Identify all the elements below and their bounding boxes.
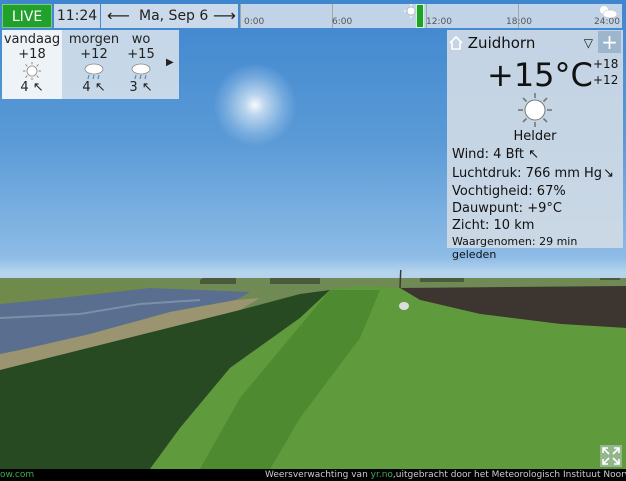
day-wind: 3 [129, 80, 138, 95]
chevron-down-icon: ▽ [583, 36, 593, 50]
landscape [0, 278, 626, 469]
timeline-handle[interactable] [416, 4, 424, 28]
timeline-tick: 0:00 [244, 17, 265, 27]
day-temp: +15 [127, 47, 155, 62]
current-date: Ma, Sep 6 [139, 8, 209, 24]
forecast-day[interactable]: vandaag +18 4 ↖ [2, 30, 62, 99]
site-link[interactable]: ow.com [0, 469, 34, 481]
temp-high: +18 [593, 57, 619, 71]
add-location-button[interactable]: + [598, 31, 621, 53]
temp-range: +18 +12 [593, 56, 618, 88]
wind-arrow-icon: ↖ [141, 80, 153, 95]
pressure-row: Luchtdruk: 766 mm Hg ↘ [452, 166, 618, 181]
prev-day-arrow-icon[interactable]: ⟵ [107, 4, 130, 28]
day-wind: 4 [82, 80, 91, 95]
temp-low: +12 [593, 73, 619, 87]
sun-glow [214, 64, 296, 146]
timeline-slider[interactable]: 0:00 6:00 12:00 18:00 24:00 [240, 4, 622, 28]
day-temp: +18 [18, 47, 46, 62]
wind-arrow-icon: ↖ [32, 80, 44, 95]
forecast-day[interactable]: wo +15 3 ↖ [112, 30, 170, 99]
timeline-tick: 12:00 [426, 17, 452, 27]
footer-credits: ow.com Weersverwachting van yr.no,uitgeb… [0, 469, 626, 481]
current-time: 11:24 [54, 4, 100, 28]
credit-suffix: ,uitgebracht door het Meteorologisch Ins… [392, 470, 626, 480]
fullscreen-icon[interactable] [600, 445, 622, 467]
sun-icon [2, 62, 62, 80]
yr-link[interactable]: yr.no [371, 470, 393, 480]
condition-label: Helder [513, 129, 557, 144]
pressure-value: Luchtdruk: 766 mm Hg [452, 166, 603, 181]
weather-panel: Zuidhorn ▽ + +15°C +18 +12 Helder Wind: … [447, 30, 623, 261]
trend-arrow-icon: ↘ [603, 166, 614, 181]
timeline-gridline [240, 4, 241, 28]
bare-tree [399, 270, 402, 289]
timeline-tick: 6:00 [332, 17, 353, 27]
partly-cloudy-icon [600, 6, 618, 18]
day-wind: 4 [20, 80, 29, 95]
current-temperature: +15°C [487, 56, 593, 94]
wind-value: Wind: 4 Bft [452, 147, 524, 162]
credit-text: Weersverwachting van yr.no,uitgebracht d… [265, 469, 626, 481]
next-day-arrow-icon[interactable]: ⟶ [213, 4, 236, 28]
dewpoint-value: Dauwpunt: +9°C [452, 201, 562, 216]
rain-cloud-icon [112, 62, 170, 80]
top-bar: LIVE 11:24 ⟵ Ma, Sep 6 ⟶ 0:00 6:00 12:00… [0, 2, 626, 28]
wind-arrow-icon: ↖ [94, 80, 106, 95]
wind-row: Wind: 4 Bft ↖ [452, 147, 539, 162]
timeline-tick: 24:00 [594, 17, 620, 27]
timeline-tick: 18:00 [506, 17, 532, 27]
home-icon [449, 36, 463, 50]
daily-forecast: vandaag +18 4 ↖ morgen +12 4 ↖ wo +15 3 … [2, 30, 179, 99]
observed-time: Waargenomen: 29 min geleden [452, 235, 578, 261]
day-name: vandaag [3, 32, 61, 47]
date-selector: ⟵ Ma, Sep 6 ⟶ [101, 4, 238, 28]
humidity-value: Vochtigheid: 67% [452, 184, 566, 199]
day-name: wo [131, 32, 151, 47]
sun-icon [518, 93, 552, 127]
next-days-arrow-icon[interactable]: ▶ [166, 57, 174, 68]
location-selector[interactable]: Zuidhorn ▽ [449, 32, 597, 54]
visibility-value: Zicht: 10 km [452, 218, 535, 233]
live-button[interactable]: LIVE [2, 4, 52, 28]
location-name: Zuidhorn [467, 34, 536, 52]
wind-arrow-icon: ↖ [528, 147, 539, 162]
credit-prefix: Weersverwachting van [265, 470, 371, 480]
